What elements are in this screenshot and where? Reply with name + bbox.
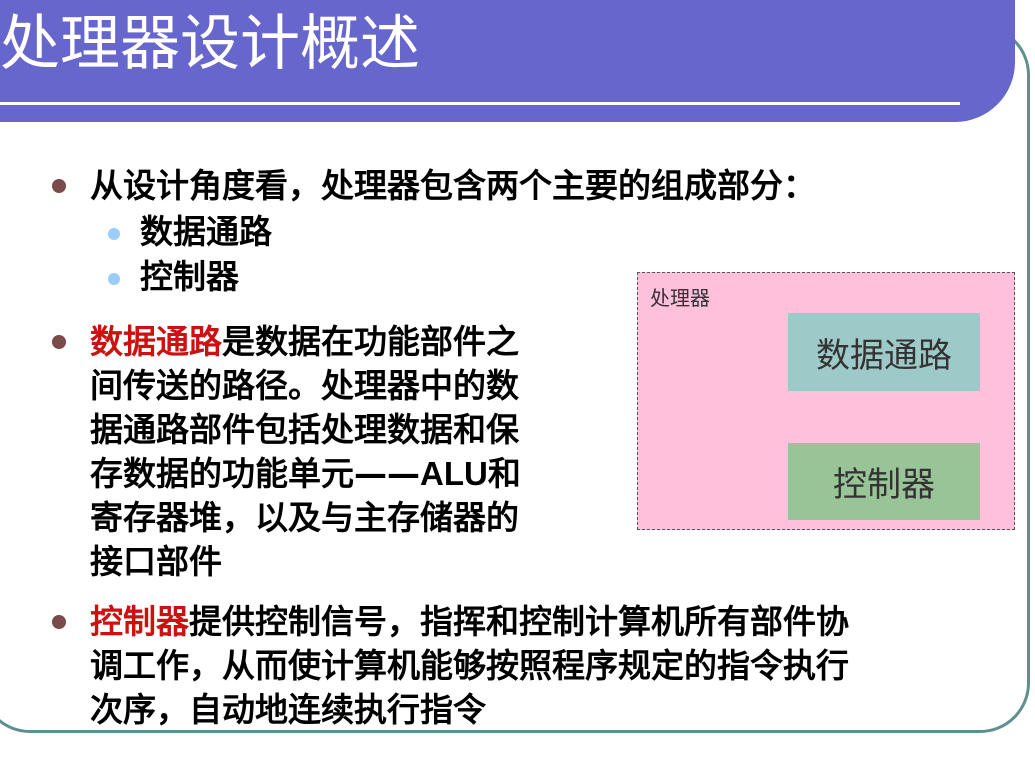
- processor-label: 处理器: [650, 286, 710, 310]
- slide-title: 处理器设计概述: [0, 9, 420, 79]
- term-datapath: 数据通路: [90, 322, 222, 361]
- title-bar: 处理器设计概述: [0, 0, 1015, 122]
- datapath-block: 数据通路: [788, 313, 980, 391]
- term-controller: 控制器: [90, 602, 189, 641]
- bullet-2-line-4-post: 和: [487, 454, 521, 493]
- sub-bullet-dot: [108, 273, 120, 285]
- bullet-2-line-5: 寄存器堆，以及与主存储器的: [90, 498, 519, 537]
- bullet-2-line-2: 间传送的路径。处理器中的数: [90, 366, 519, 405]
- sub-item-controller: 控制器: [140, 257, 239, 296]
- bullet-2-line-6: 接口部件: [90, 542, 222, 581]
- alu-term: ALU: [420, 455, 488, 492]
- bullet-2-line-4-pre: 存数据的功能单元——: [90, 454, 420, 493]
- sub-bullet-dot: [108, 228, 120, 240]
- bullet-3-line-2: 调工作，从而使计算机能够按照程序规定的指令执行: [90, 646, 849, 685]
- controller-block: 控制器: [788, 443, 980, 520]
- sub-item-datapath: 数据通路: [140, 212, 272, 251]
- bullet-2-line-1: 数据通路是数据在功能部件之: [90, 320, 519, 364]
- bullet-1-text: 从设计角度看，处理器包含两个主要的组成部分：: [90, 166, 816, 205]
- bullet-2-line-1-rest: 是数据在功能部件之: [222, 322, 519, 361]
- bullet-3-line-1-rest: 提供控制信号，指挥和控制计算机所有部件协: [189, 602, 849, 641]
- bullet-2-line-3: 据通路部件包括处理数据和保: [90, 410, 519, 449]
- bullet-3-line-3: 次序，自动地连续执行指令: [90, 690, 486, 729]
- bullet-3-line-1: 控制器提供控制信号，指挥和控制计算机所有部件协: [90, 600, 849, 644]
- bullet-dot: [52, 615, 66, 629]
- bullet-2-line-4: 存数据的功能单元——ALU和: [90, 452, 521, 496]
- bullet-dot: [52, 335, 66, 349]
- title-underline: [0, 102, 960, 105]
- processor-diagram: 处理器 数据通路 控制器: [637, 272, 1015, 530]
- bullet-dot: [52, 179, 66, 193]
